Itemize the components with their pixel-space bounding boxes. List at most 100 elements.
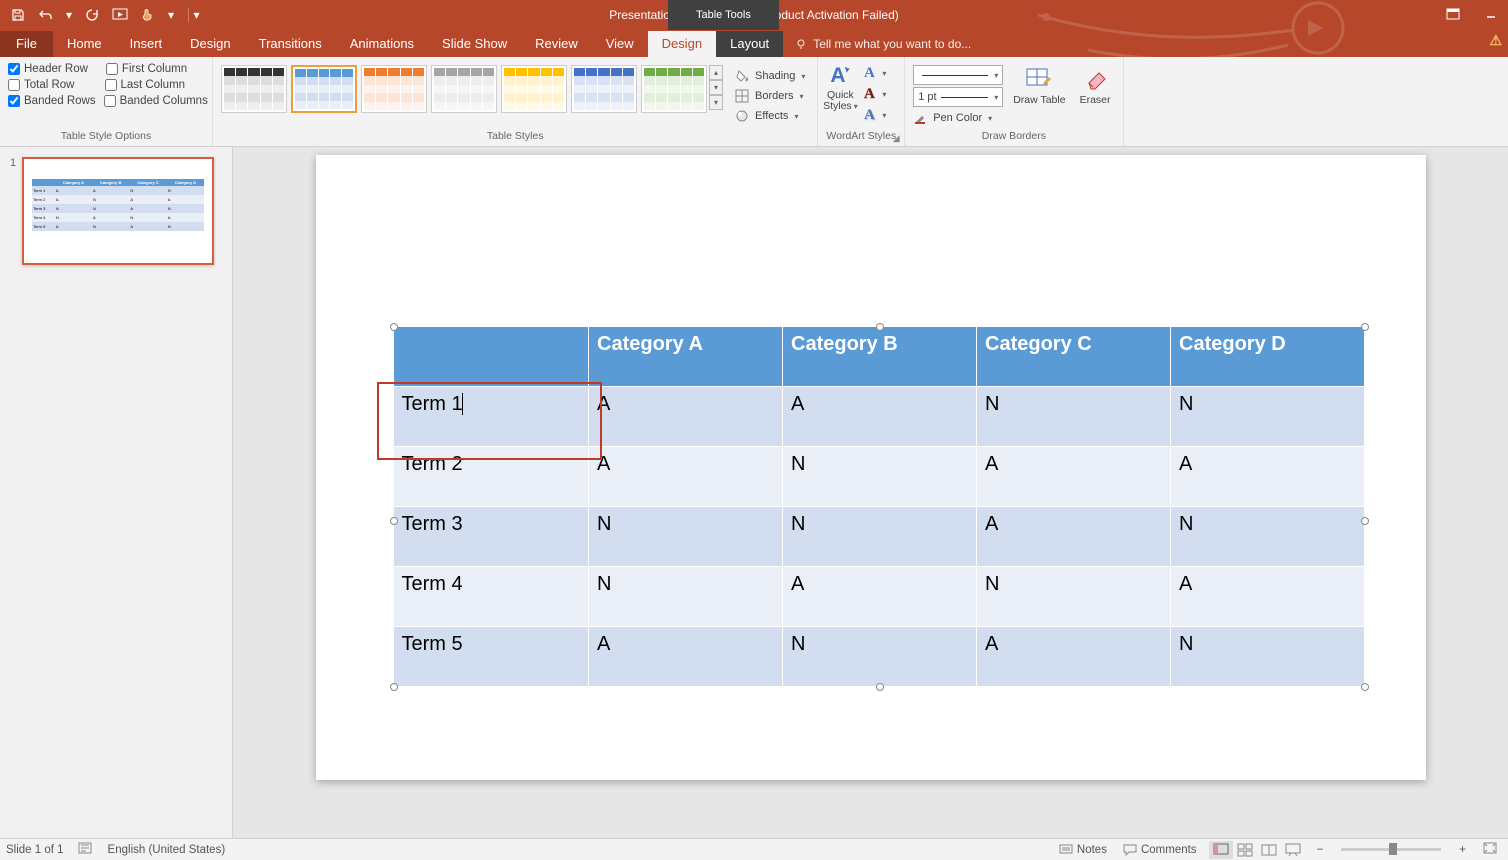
draw-table-button[interactable]: Draw Table xyxy=(1009,63,1069,109)
zoom-out-button[interactable]: − xyxy=(1313,844,1328,856)
tab-table-design[interactable]: Design xyxy=(648,31,716,57)
zoom-in-button[interactable]: + xyxy=(1455,844,1470,856)
table-cell[interactable]: N xyxy=(783,447,977,507)
slide-thumbnails-panel[interactable]: 1 Category ACategory BCategory CCategory… xyxy=(0,147,233,838)
reading-view-button[interactable] xyxy=(1257,841,1281,859)
wordart-dialog-launcher[interactable]: ◢ xyxy=(890,132,902,144)
table-cell[interactable]: N xyxy=(783,507,977,567)
ribbon-display-options[interactable] xyxy=(1440,4,1466,24)
tab-table-layout[interactable]: Layout xyxy=(716,31,783,57)
notes-button[interactable]: Notes xyxy=(1055,842,1111,858)
tab-home[interactable]: Home xyxy=(53,31,116,57)
borders-button[interactable]: Borders▾ xyxy=(731,87,809,105)
table-cell[interactable]: A xyxy=(1171,447,1365,507)
tab-slideshow[interactable]: Slide Show xyxy=(428,31,521,57)
checkbox-banded-columns[interactable]: Banded Columns xyxy=(104,95,208,107)
table-row-label[interactable]: Term 4 xyxy=(394,567,589,627)
slide[interactable]: Category ACategory BCategory CCategory D… xyxy=(316,155,1426,780)
eraser-button[interactable]: Eraser xyxy=(1076,63,1115,109)
checkbox-last-column[interactable]: Last Column xyxy=(105,79,186,91)
touch-mode-button[interactable] xyxy=(138,5,158,25)
qat-customize[interactable]: ▾ xyxy=(188,8,198,22)
spell-check-icon[interactable] xyxy=(78,841,94,858)
table-cell[interactable]: A xyxy=(783,567,977,627)
checkbox-first-column[interactable]: First Column xyxy=(106,63,187,75)
pen-color-button[interactable]: Pen Color▾ xyxy=(913,109,1003,127)
table-header-4[interactable]: Category D xyxy=(1171,327,1365,387)
table-style-2[interactable] xyxy=(361,65,427,113)
slideshow-view-button[interactable] xyxy=(1281,841,1305,859)
save-button[interactable] xyxy=(8,5,28,25)
table-cell[interactable]: A xyxy=(977,507,1171,567)
quick-styles-button[interactable]: A Quick Styles▾ xyxy=(826,63,854,113)
start-from-beginning-button[interactable] xyxy=(110,5,130,25)
normal-view-button[interactable] xyxy=(1209,841,1233,859)
table-cell[interactable]: N xyxy=(589,567,783,627)
table-style-5[interactable] xyxy=(571,65,637,113)
table-style-3[interactable] xyxy=(431,65,497,113)
undo-dropdown[interactable]: ▾ xyxy=(64,8,74,22)
table-header-0[interactable] xyxy=(394,327,589,387)
text-fill-button[interactable]: A xyxy=(858,63,880,83)
zoom-slider[interactable] xyxy=(1341,848,1441,851)
table-cell[interactable]: N xyxy=(783,627,977,687)
table-row-label[interactable]: Term 5 xyxy=(394,627,589,687)
touch-dropdown[interactable]: ▾ xyxy=(166,8,176,22)
table-cell[interactable]: A xyxy=(977,627,1171,687)
undo-button[interactable] xyxy=(36,5,56,25)
table-cell[interactable]: A xyxy=(589,387,783,447)
tab-transitions[interactable]: Transitions xyxy=(245,31,336,57)
pen-style-combo[interactable]: ▾ xyxy=(913,65,1003,85)
table-cell[interactable]: A xyxy=(783,387,977,447)
table-row-label[interactable]: Term 1 xyxy=(394,387,589,447)
table-cell[interactable]: A xyxy=(1171,567,1365,627)
table-row-label[interactable]: Term 2 xyxy=(394,447,589,507)
table-cell[interactable]: N xyxy=(1171,507,1365,567)
gallery-scroll-down[interactable]: ▾ xyxy=(709,80,723,95)
checkbox-banded-rows[interactable]: Banded Rows xyxy=(8,95,96,107)
checkbox-total-row[interactable]: Total Row xyxy=(8,79,75,91)
table-header-1[interactable]: Category A xyxy=(589,327,783,387)
slide-thumbnail-1[interactable]: Category ACategory BCategory CCategory D… xyxy=(22,157,214,265)
minimize-button[interactable] xyxy=(1478,4,1504,24)
table-object[interactable]: Category ACategory BCategory CCategory D… xyxy=(394,327,1366,687)
text-effects-button[interactable]: A xyxy=(858,105,880,125)
table-style-6[interactable] xyxy=(641,65,707,113)
gallery-scroll-up[interactable]: ▴ xyxy=(709,65,723,80)
table-cell[interactable]: N xyxy=(977,387,1171,447)
effects-button[interactable]: Effects▾ xyxy=(731,107,809,125)
table-cell[interactable]: A xyxy=(589,447,783,507)
pen-weight-combo[interactable]: 1 pt▾ xyxy=(913,87,1003,107)
table-header-3[interactable]: Category C xyxy=(977,327,1171,387)
table-header-2[interactable]: Category B xyxy=(783,327,977,387)
warning-icon[interactable]: ⚠ xyxy=(1489,32,1502,49)
gallery-more[interactable]: ▾ xyxy=(709,95,723,110)
table-cell[interactable]: A xyxy=(589,627,783,687)
tab-review[interactable]: Review xyxy=(521,31,592,57)
table-style-0[interactable] xyxy=(221,65,287,113)
tab-file[interactable]: File xyxy=(0,31,53,57)
tell-me-search[interactable]: Tell me what you want to do... xyxy=(783,32,983,57)
tab-view[interactable]: View xyxy=(592,31,648,57)
language-indicator[interactable]: English (United States) xyxy=(108,844,226,856)
table-cell[interactable]: N xyxy=(589,507,783,567)
table-cell[interactable]: N xyxy=(977,567,1171,627)
redo-button[interactable] xyxy=(82,5,102,25)
table-style-4[interactable] xyxy=(501,65,567,113)
slide-sorter-view-button[interactable] xyxy=(1233,841,1257,859)
text-outline-button[interactable]: A xyxy=(858,84,880,104)
tab-insert[interactable]: Insert xyxy=(116,31,177,57)
shading-button[interactable]: Shading▾ xyxy=(731,67,809,85)
table-cell[interactable]: N xyxy=(1171,387,1365,447)
table-cell[interactable]: N xyxy=(1171,627,1365,687)
comments-button[interactable]: Comments xyxy=(1119,842,1201,858)
fit-to-window-button[interactable] xyxy=(1478,841,1502,858)
slide-indicator[interactable]: Slide 1 of 1 xyxy=(6,844,64,856)
checkbox-header-row[interactable]: Header Row xyxy=(8,63,88,75)
table-style-1[interactable] xyxy=(291,65,357,113)
slide-canvas-area[interactable]: Category ACategory BCategory CCategory D… xyxy=(233,147,1508,838)
table-row-label[interactable]: Term 3 xyxy=(394,507,589,567)
table-cell[interactable]: A xyxy=(977,447,1171,507)
tab-animations[interactable]: Animations xyxy=(336,31,428,57)
tab-design[interactable]: Design xyxy=(176,31,244,57)
